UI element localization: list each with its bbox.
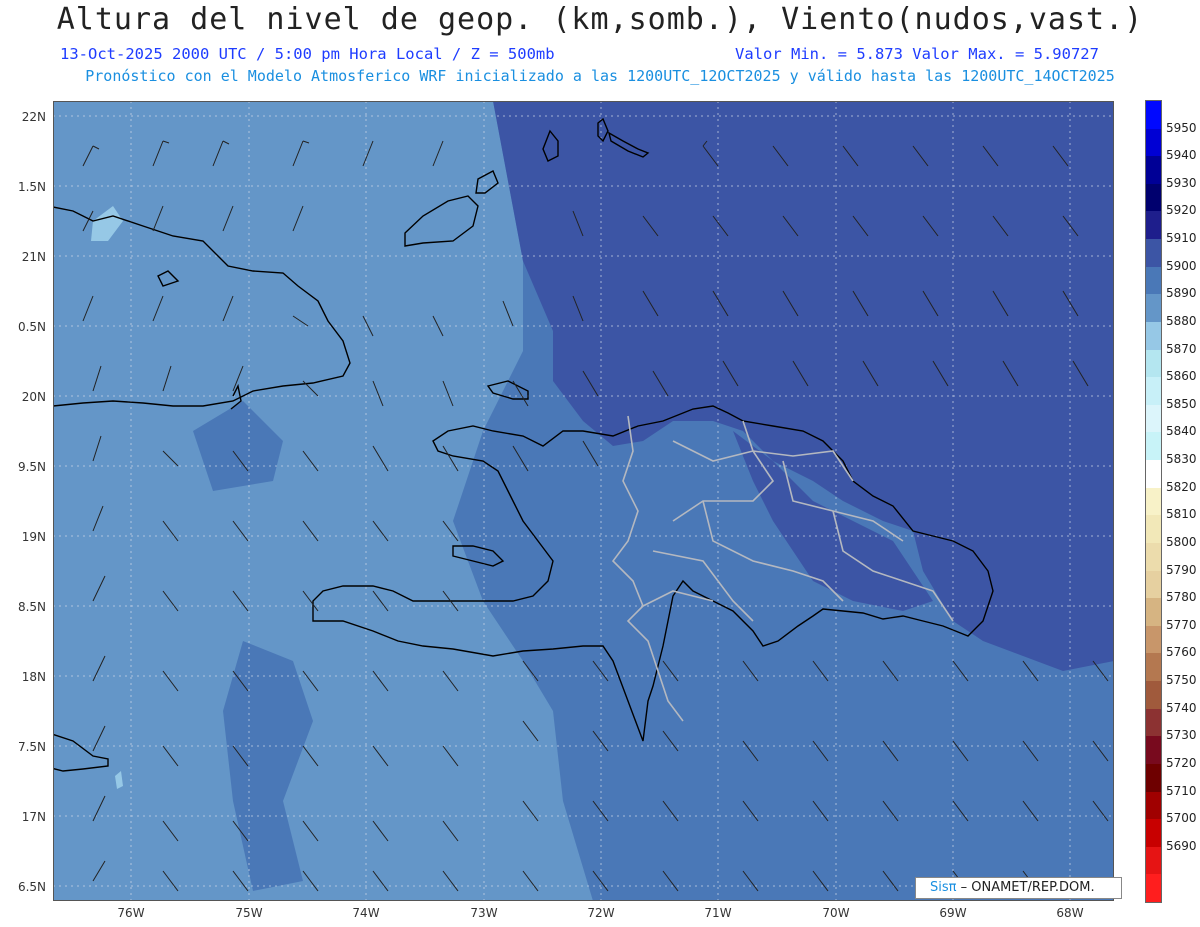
forecast-date: 13-Oct-2025 2000 UTC / 5:00 pm Hora Loca… bbox=[60, 45, 555, 63]
color-scale-label: 5740 bbox=[1166, 700, 1197, 715]
color-scale-segment bbox=[1146, 681, 1161, 710]
brand-logo-text: Sisπ bbox=[930, 880, 957, 895]
color-scale-label: 5690 bbox=[1166, 838, 1197, 853]
color-scale-label: 5840 bbox=[1166, 424, 1197, 439]
color-scale-label: 5770 bbox=[1166, 617, 1197, 632]
color-scale-label: 5930 bbox=[1166, 175, 1197, 190]
color-scale-label: 5900 bbox=[1166, 258, 1197, 273]
color-scale-label: 5880 bbox=[1166, 313, 1197, 328]
color-scale-segment bbox=[1146, 211, 1161, 240]
lat-label: 6.5N bbox=[17, 880, 46, 894]
color-scale-segment bbox=[1146, 432, 1161, 461]
color-scale-segment bbox=[1146, 515, 1161, 544]
color-scale-segment bbox=[1146, 791, 1161, 820]
color-scale-segment bbox=[1146, 460, 1161, 489]
model-info: Pronóstico con el Modelo Atmosferico WRF… bbox=[85, 67, 1115, 85]
lat-label: 18N bbox=[21, 670, 46, 684]
color-scale-label: 5820 bbox=[1166, 479, 1197, 494]
lon-label: 74W bbox=[352, 906, 380, 920]
color-scale-segment bbox=[1146, 349, 1161, 378]
color-scale-segment bbox=[1146, 404, 1161, 433]
lat-label: 9.5N bbox=[17, 460, 46, 474]
lon-label: 70W bbox=[822, 906, 850, 920]
color-scale-label: 5860 bbox=[1166, 369, 1197, 384]
color-scale-label: 5780 bbox=[1166, 590, 1197, 605]
color-scale-segment bbox=[1146, 101, 1161, 130]
color-scale-label: 5850 bbox=[1166, 396, 1197, 411]
lat-label: 1.5N bbox=[17, 180, 46, 194]
lon-label: 72W bbox=[587, 906, 615, 920]
lon-label: 69W bbox=[939, 906, 967, 920]
color-scale-label: 5760 bbox=[1166, 645, 1197, 660]
color-scale-segment bbox=[1146, 653, 1161, 682]
color-scale-segment bbox=[1146, 266, 1161, 295]
color-scale-segment bbox=[1146, 377, 1161, 406]
color-scale-label: 5750 bbox=[1166, 673, 1197, 688]
min-max-values: Valor Min. = 5.873 Valor Max. = 5.90727 bbox=[735, 45, 1099, 63]
color-scale-segment bbox=[1146, 294, 1161, 323]
color-scale-segment bbox=[1146, 321, 1161, 351]
color-scale-segment bbox=[1146, 128, 1161, 157]
lat-label: 7.5N bbox=[17, 740, 46, 754]
color-scale-label: 5950 bbox=[1166, 120, 1197, 135]
color-scale-bar bbox=[1145, 100, 1162, 903]
color-scale-segment bbox=[1146, 846, 1161, 875]
color-scale-label: 5730 bbox=[1166, 728, 1197, 743]
color-scale-label: 5920 bbox=[1166, 203, 1197, 218]
lon-label: 71W bbox=[704, 906, 732, 920]
weather-map bbox=[53, 101, 1114, 901]
color-scale-segment bbox=[1146, 598, 1161, 627]
color-scale-segment bbox=[1146, 625, 1161, 654]
lat-label: 22N bbox=[21, 110, 46, 124]
color-scale-label: 5700 bbox=[1166, 811, 1197, 826]
color-scale-label: 5810 bbox=[1166, 507, 1197, 522]
color-scale-segment bbox=[1146, 736, 1161, 765]
color-scale-label: 5870 bbox=[1166, 341, 1197, 356]
color-scale-segment bbox=[1146, 156, 1161, 185]
color-scale-label: 5910 bbox=[1166, 231, 1197, 246]
credit-box: Sisπ – ONAMET/REP.DOM. bbox=[915, 877, 1122, 899]
color-scale-label: 5890 bbox=[1166, 286, 1197, 301]
lat-label: 20N bbox=[21, 390, 46, 404]
color-scale-label: 5800 bbox=[1166, 534, 1197, 549]
map-title: Altura del nivel de geop. (km,somb.), Vi… bbox=[56, 2, 1144, 37]
color-scale-segment bbox=[1146, 763, 1161, 792]
color-scale-segment bbox=[1146, 708, 1161, 737]
lon-label: 76W bbox=[117, 906, 145, 920]
color-scale-label: 5830 bbox=[1166, 452, 1197, 467]
lat-label: 21N bbox=[21, 250, 46, 264]
color-scale-segment bbox=[1146, 183, 1161, 212]
lon-label: 75W bbox=[235, 906, 263, 920]
color-scale-segment bbox=[1146, 239, 1161, 268]
color-scale-segment bbox=[1146, 874, 1161, 903]
color-scale-label: 5940 bbox=[1166, 148, 1197, 163]
color-scale-label: 5720 bbox=[1166, 755, 1197, 770]
color-scale-segment bbox=[1146, 542, 1161, 572]
credit-text: – ONAMET/REP.DOM. bbox=[960, 880, 1095, 895]
lat-label: 0.5N bbox=[17, 320, 46, 334]
lat-label: 8.5N bbox=[17, 600, 46, 614]
lat-label: 17N bbox=[21, 810, 46, 824]
color-scale-segment bbox=[1146, 487, 1161, 516]
color-scale-label: 5790 bbox=[1166, 562, 1197, 577]
lon-label: 68W bbox=[1056, 906, 1084, 920]
lat-label: 19N bbox=[21, 530, 46, 544]
color-scale-segment bbox=[1146, 570, 1161, 599]
lon-label: 73W bbox=[470, 906, 498, 920]
color-scale-segment bbox=[1146, 819, 1161, 848]
color-scale-label: 5710 bbox=[1166, 783, 1197, 798]
